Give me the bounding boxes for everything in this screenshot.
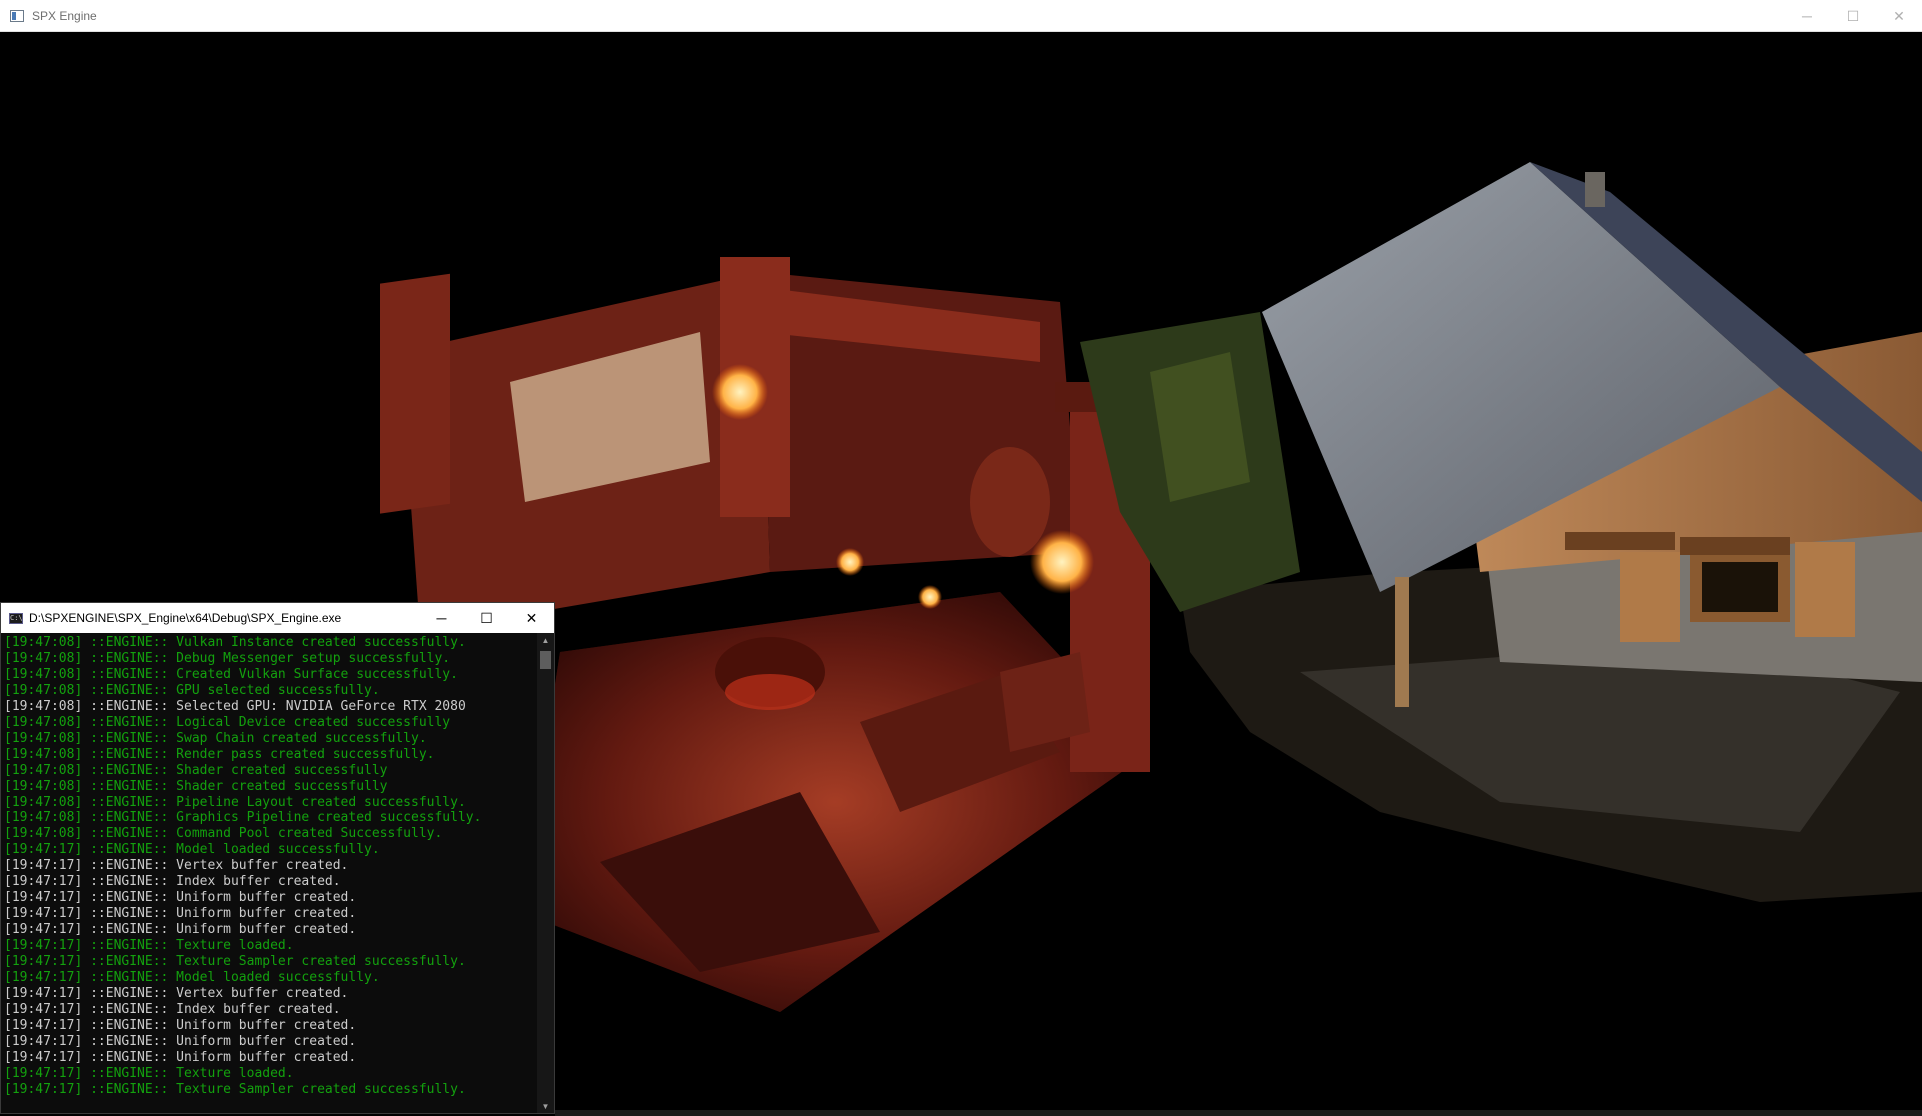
- scrollbar-thumb[interactable]: [540, 651, 551, 669]
- maximize-icon[interactable]: ☐: [1830, 0, 1876, 32]
- console-log-line: [19:47:17] ::ENGINE:: Vertex buffer crea…: [4, 985, 349, 1001]
- console-minimize-icon[interactable]: ─: [419, 603, 464, 633]
- console-log-line: [19:47:17] ::ENGINE:: Texture Sampler cr…: [4, 954, 466, 970]
- window-controls: ─ ☐ ✕: [1784, 0, 1922, 32]
- minimize-icon[interactable]: ─: [1784, 0, 1830, 32]
- terminal-icon: C:\: [9, 612, 23, 624]
- console-maximize-icon[interactable]: ☐: [464, 603, 509, 633]
- console-log-line: [19:47:17] ::ENGINE:: Uniform buffer cre…: [4, 1049, 357, 1065]
- console-close-icon[interactable]: ✕: [509, 603, 554, 633]
- console-log-line: [19:47:08] ::ENGINE:: Selected GPU: NVID…: [4, 698, 466, 714]
- console-log-line: [19:47:17] ::ENGINE:: Texture loaded.: [4, 938, 294, 954]
- console-log-line: [19:47:08] ::ENGINE:: Render pass create…: [4, 746, 435, 762]
- console-log-line: [19:47:17] ::ENGINE:: Uniform buffer cre…: [4, 906, 357, 922]
- console-log-line: [19:47:08] ::ENGINE:: Vulkan Instance cr…: [4, 635, 466, 650]
- console-log-line: [19:47:08] ::ENGINE:: Shader created suc…: [4, 762, 388, 778]
- console-window[interactable]: C:\ D:\SPXENGINE\SPX_Engine\x64\Debug\SP…: [0, 602, 555, 1114]
- console-log-line: [19:47:08] ::ENGINE:: Created Vulkan Sur…: [4, 666, 458, 682]
- console-controls: ─ ☐ ✕: [419, 603, 554, 633]
- console-log-line: [19:47:08] ::ENGINE:: Debug Messenger se…: [4, 650, 451, 666]
- close-icon[interactable]: ✕: [1876, 0, 1922, 32]
- console-log-line: [19:47:17] ::ENGINE:: Uniform buffer cre…: [4, 1033, 357, 1049]
- scroll-up-icon[interactable]: ▲: [537, 633, 554, 647]
- stone-cabin: [1080, 162, 1922, 902]
- console-log-line: [19:47:17] ::ENGINE:: Uniform buffer cre…: [4, 922, 357, 938]
- console-log-line: [19:47:17] ::ENGINE:: Texture loaded.: [4, 1065, 294, 1081]
- console-log-line: [19:47:08] ::ENGINE:: Shader created suc…: [4, 778, 388, 794]
- taskbar-edge: [555, 1110, 1922, 1116]
- console-log-line: [19:47:08] ::ENGINE:: Graphics Pipeline …: [4, 810, 482, 826]
- console-log-line: [19:47:17] ::ENGINE:: Index buffer creat…: [4, 874, 341, 890]
- console-log-line: [19:47:17] ::ENGINE:: Model loaded succe…: [4, 842, 380, 858]
- console-log-line: [19:47:17] ::ENGINE:: Index buffer creat…: [4, 1001, 341, 1017]
- window-title: SPX Engine: [32, 8, 97, 23]
- engine-titlebar[interactable]: SPX Engine ─ ☐ ✕: [0, 0, 1922, 32]
- console-log-line: [19:47:08] ::ENGINE:: Pipeline Layout cr…: [4, 794, 466, 810]
- console-log-line: [19:47:17] ::ENGINE:: Texture Sampler cr…: [4, 1081, 466, 1097]
- console-titlebar[interactable]: C:\ D:\SPXENGINE\SPX_Engine\x64\Debug\SP…: [1, 603, 554, 633]
- console-title: D:\SPXENGINE\SPX_Engine\x64\Debug\SPX_En…: [29, 611, 342, 625]
- scroll-down-icon[interactable]: ▼: [537, 1099, 554, 1113]
- console-log-line: [19:47:08] ::ENGINE:: Logical Device cre…: [4, 714, 451, 730]
- console-log-line: [19:47:08] ::ENGINE:: Swap Chain created…: [4, 730, 427, 746]
- console-log-line: [19:47:17] ::ENGINE:: Uniform buffer cre…: [4, 890, 357, 906]
- console-log-line: [19:47:17] ::ENGINE:: Vertex buffer crea…: [4, 858, 349, 874]
- console-log-line: [19:47:08] ::ENGINE:: Command Pool creat…: [4, 826, 443, 842]
- console-log-line: [19:47:17] ::ENGINE:: Uniform buffer cre…: [4, 1017, 357, 1033]
- console-log-line: [19:47:17] ::ENGINE:: Model loaded succe…: [4, 970, 380, 986]
- console-log-line: [19:47:08] ::ENGINE:: GPU selected succe…: [4, 682, 380, 698]
- console-output: [19:47:08] ::ENGINE:: Vulkan Instance cr…: [1, 633, 537, 1113]
- app-window-icon: [10, 9, 24, 22]
- console-scrollbar[interactable]: ▲ ▼: [537, 633, 554, 1113]
